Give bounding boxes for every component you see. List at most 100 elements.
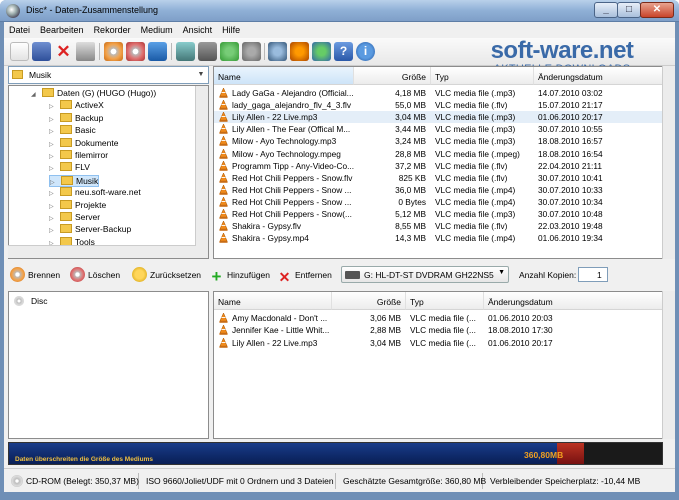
file-row[interactable]: lady_gaga_alejandro_flv_4_3.flv 55,0 MB VL…: [214, 99, 662, 111]
menu-bearbeiten[interactable]: Bearbeiten: [35, 22, 89, 35]
burn-disc-icon[interactable]: [104, 42, 123, 61]
drive-select[interactable]: G: HL-DT-ST DVDRAM GH22NS5 ▼: [341, 266, 509, 283]
file-row[interactable]: Jennifer Kae - Little Whit... 2,88 MB VLC …: [214, 324, 662, 336]
drive-icon[interactable]: [198, 42, 217, 61]
file-row[interactable]: Lily Allen - The Fear (Offical M... 3,44 …: [214, 123, 662, 135]
file-date: 22.03.2010 19:48: [538, 221, 603, 232]
disc-column-header-size[interactable]: Größe: [332, 292, 406, 310]
tree-item[interactable]: ▷ Musik: [49, 174, 100, 187]
file-row[interactable]: Shakira - Gypsy.flv 8,55 MB VLC media file…: [214, 220, 662, 232]
tree-item-label: ActiveX: [75, 100, 104, 111]
tools-icon[interactable]: [290, 42, 309, 61]
file-type: VLC media file (.mp3): [435, 124, 516, 135]
web-icon[interactable]: [312, 42, 331, 61]
file-row[interactable]: Red Hot Chili Peppers - Snow ... 0 Bytes V…: [214, 196, 662, 208]
delete-button[interactable]: Löschen: [70, 267, 120, 283]
title-bar[interactable]: Disc* - Daten-Zusammenstellung _ □ ✕: [0, 0, 679, 22]
disc-root-label[interactable]: Disc: [31, 296, 48, 306]
disc-column-header-name[interactable]: Name: [214, 292, 332, 310]
tree-item[interactable]: ▷ FLV: [49, 162, 90, 174]
folder-icon: [12, 70, 23, 79]
menu-medium[interactable]: Medium: [136, 22, 178, 35]
file-row[interactable]: Red Hot Chili Peppers - Snow.flv 825 KB VL…: [214, 172, 662, 184]
settings-gear-icon[interactable]: [268, 42, 287, 61]
new-file-icon[interactable]: [10, 42, 29, 61]
file-row[interactable]: Lady GaGa - Alejandro (Official... 4,18 M…: [214, 87, 662, 99]
maximize-button[interactable]: □: [617, 2, 641, 18]
folder-tree: ◢ Daten (G) (HUGO (Hugo)) ▷ ActiveX ▷ Backup ▷…: [8, 85, 209, 259]
file-row[interactable]: Shakira - Gypsy.mp4 14,3 MB VLC media file…: [214, 232, 662, 244]
folder-path-label: Musik: [29, 70, 52, 80]
tree-item[interactable]: ▷ ActiveX: [49, 100, 104, 112]
expand-icon[interactable]: ▷: [49, 165, 57, 172]
minimize-button[interactable]: _: [594, 2, 618, 18]
expand-icon[interactable]: ▷: [49, 128, 57, 135]
tree-horizontal-scrollbar[interactable]: [8, 245, 196, 258]
help-icon[interactable]: ?: [334, 42, 353, 61]
back-icon[interactable]: [220, 42, 239, 61]
tree-item[interactable]: ▷ Server-Backup: [49, 224, 131, 236]
tree-item[interactable]: ▷ Server: [49, 212, 100, 224]
tree-vertical-scrollbar[interactable]: [195, 86, 208, 258]
tree-item[interactable]: ◢ Daten (G) (HUGO (Hugo)): [31, 88, 156, 100]
tree-item[interactable]: ▷ neu.soft-ware.net: [49, 187, 141, 199]
file-row[interactable]: Milow - Ayo Technology.mp3 3,24 MB VLC med…: [214, 135, 662, 147]
file-row[interactable]: Lily Allen - 22 Live.mp3 3,04 MB VLC media…: [214, 111, 662, 124]
expand-icon[interactable]: ▷: [49, 203, 57, 210]
properties-icon[interactable]: [176, 42, 195, 61]
copies-stepper[interactable]: 1: [578, 267, 608, 282]
vlc-file-icon: [219, 221, 228, 231]
menu-ansicht[interactable]: Ansicht: [178, 22, 218, 35]
file-row[interactable]: Red Hot Chili Peppers - Snow(... 5,12 MB V…: [214, 208, 662, 220]
tree-item-label: FLV: [75, 162, 90, 173]
tree-item[interactable]: ▷ filemirror: [49, 150, 108, 162]
tree-item[interactable]: ▷ Basic: [49, 125, 96, 137]
file-row[interactable]: Amy Macdonald - Don't ... 3,06 MB VLC medi…: [214, 312, 662, 324]
expand-icon[interactable]: ▷: [49, 116, 57, 123]
vlc-file-icon: [219, 124, 228, 135]
chevron-down-icon[interactable]: ▼: [194, 67, 208, 83]
reset-button[interactable]: Zurücksetzen: [132, 267, 201, 283]
expand-icon[interactable]: ▷: [49, 190, 57, 197]
disc-column-header-type[interactable]: Typ: [406, 292, 484, 310]
file-row[interactable]: Milow - Ayo Technology.mpeg 28,8 MB VLC me…: [214, 148, 662, 160]
expand-icon[interactable]: ▷: [49, 103, 57, 110]
folder-path-dropdown[interactable]: Musik ▼: [8, 66, 209, 84]
close-button[interactable]: ✕: [640, 2, 674, 18]
print-icon[interactable]: [76, 42, 95, 61]
save-icon[interactable]: [32, 42, 51, 61]
disc-vertical-scrollbar[interactable]: [662, 291, 675, 439]
expand-icon[interactable]: ▷: [49, 227, 57, 234]
file-row[interactable]: Lily Allen - 22 Live.mp3 3,04 MB VLC media…: [214, 337, 662, 349]
copies-value: 1: [597, 270, 602, 280]
menu-hilfe[interactable]: Hilfe: [217, 22, 245, 35]
expand-icon[interactable]: ▷: [49, 153, 57, 160]
menu-datei[interactable]: Datei: [4, 22, 35, 35]
burn-button[interactable]: Brennen: [10, 267, 60, 283]
chevron-down-icon[interactable]: ▼: [498, 269, 505, 276]
forward-icon[interactable]: [242, 42, 261, 61]
info-icon[interactable]: i: [356, 42, 375, 61]
expand-icon[interactable]: ▷: [49, 215, 57, 222]
collapse-icon[interactable]: ◢: [31, 91, 39, 98]
erase-disc-icon[interactable]: [126, 42, 145, 61]
files-vertical-scrollbar[interactable]: [662, 66, 675, 259]
tree-item[interactable]: ▷ Backup: [49, 112, 103, 125]
column-header-type[interactable]: Typ: [431, 67, 534, 85]
add-button[interactable]: + Hinzufügen: [209, 267, 270, 285]
vlc-file-icon: [219, 136, 228, 147]
menu-rekorder[interactable]: Rekorder: [89, 22, 136, 35]
tree-item[interactable]: ▷ Projekte: [49, 199, 106, 212]
file-row[interactable]: Red Hot Chili Peppers - Snow ... 36,0 MB V…: [214, 184, 662, 196]
expand-icon[interactable]: ▷: [50, 179, 58, 186]
expand-icon[interactable]: ▷: [49, 141, 57, 148]
column-header-date[interactable]: Änderungsdatum: [534, 67, 662, 85]
tree-item[interactable]: ▷ Dokumente: [49, 137, 118, 150]
column-header-name[interactable]: Name: [214, 67, 354, 85]
file-row[interactable]: Programm Tipp - Any-Video-Co... 37,2 MB VL…: [214, 160, 662, 172]
column-header-size[interactable]: Größe: [354, 67, 431, 85]
disc-column-header-date[interactable]: Änderungsdatum: [484, 292, 662, 310]
remove-button[interactable]: ✕ Entfernen: [277, 267, 332, 285]
disc-image-icon[interactable]: [148, 42, 167, 61]
delete-icon[interactable]: ✕: [54, 42, 73, 61]
